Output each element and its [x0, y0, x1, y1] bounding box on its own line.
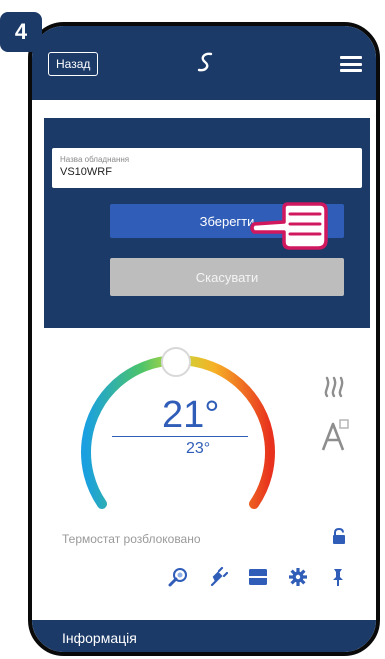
auto-mode-icon[interactable] [320, 418, 350, 452]
salus-logo-icon[interactable] [192, 48, 220, 76]
padlock-open-icon[interactable] [332, 528, 346, 544]
temperature-divider [112, 436, 248, 437]
tools-row [168, 564, 358, 590]
cancel-button[interactable]: Скасувати [110, 258, 344, 296]
current-temperature: 21° [162, 394, 220, 436]
settings-gear-icon[interactable] [288, 567, 308, 587]
plug-icon[interactable] [208, 567, 228, 587]
phone-frame: Назад Назва обладнання VS10WRF Зберегти … [28, 22, 380, 656]
set-temperature: 23° [186, 440, 211, 457]
lock-status-text: Термостат розблоковано [62, 532, 201, 546]
device-name-value: VS10WRF [60, 166, 112, 178]
step-badge: 4 [0, 12, 42, 52]
schedule-icon[interactable] [248, 567, 268, 587]
heating-waves-icon[interactable] [322, 374, 348, 400]
back-button[interactable]: Назад [48, 52, 99, 76]
hamburger-menu-icon[interactable] [340, 56, 362, 72]
search-icon[interactable] [168, 567, 188, 587]
pointing-hand-icon [250, 202, 328, 250]
info-label: Інформація [62, 630, 137, 646]
top-bar: Назад [32, 26, 376, 100]
dial-knob [161, 347, 191, 377]
pin-icon[interactable] [328, 567, 348, 587]
device-name-label: Назва обладнання [60, 155, 130, 164]
